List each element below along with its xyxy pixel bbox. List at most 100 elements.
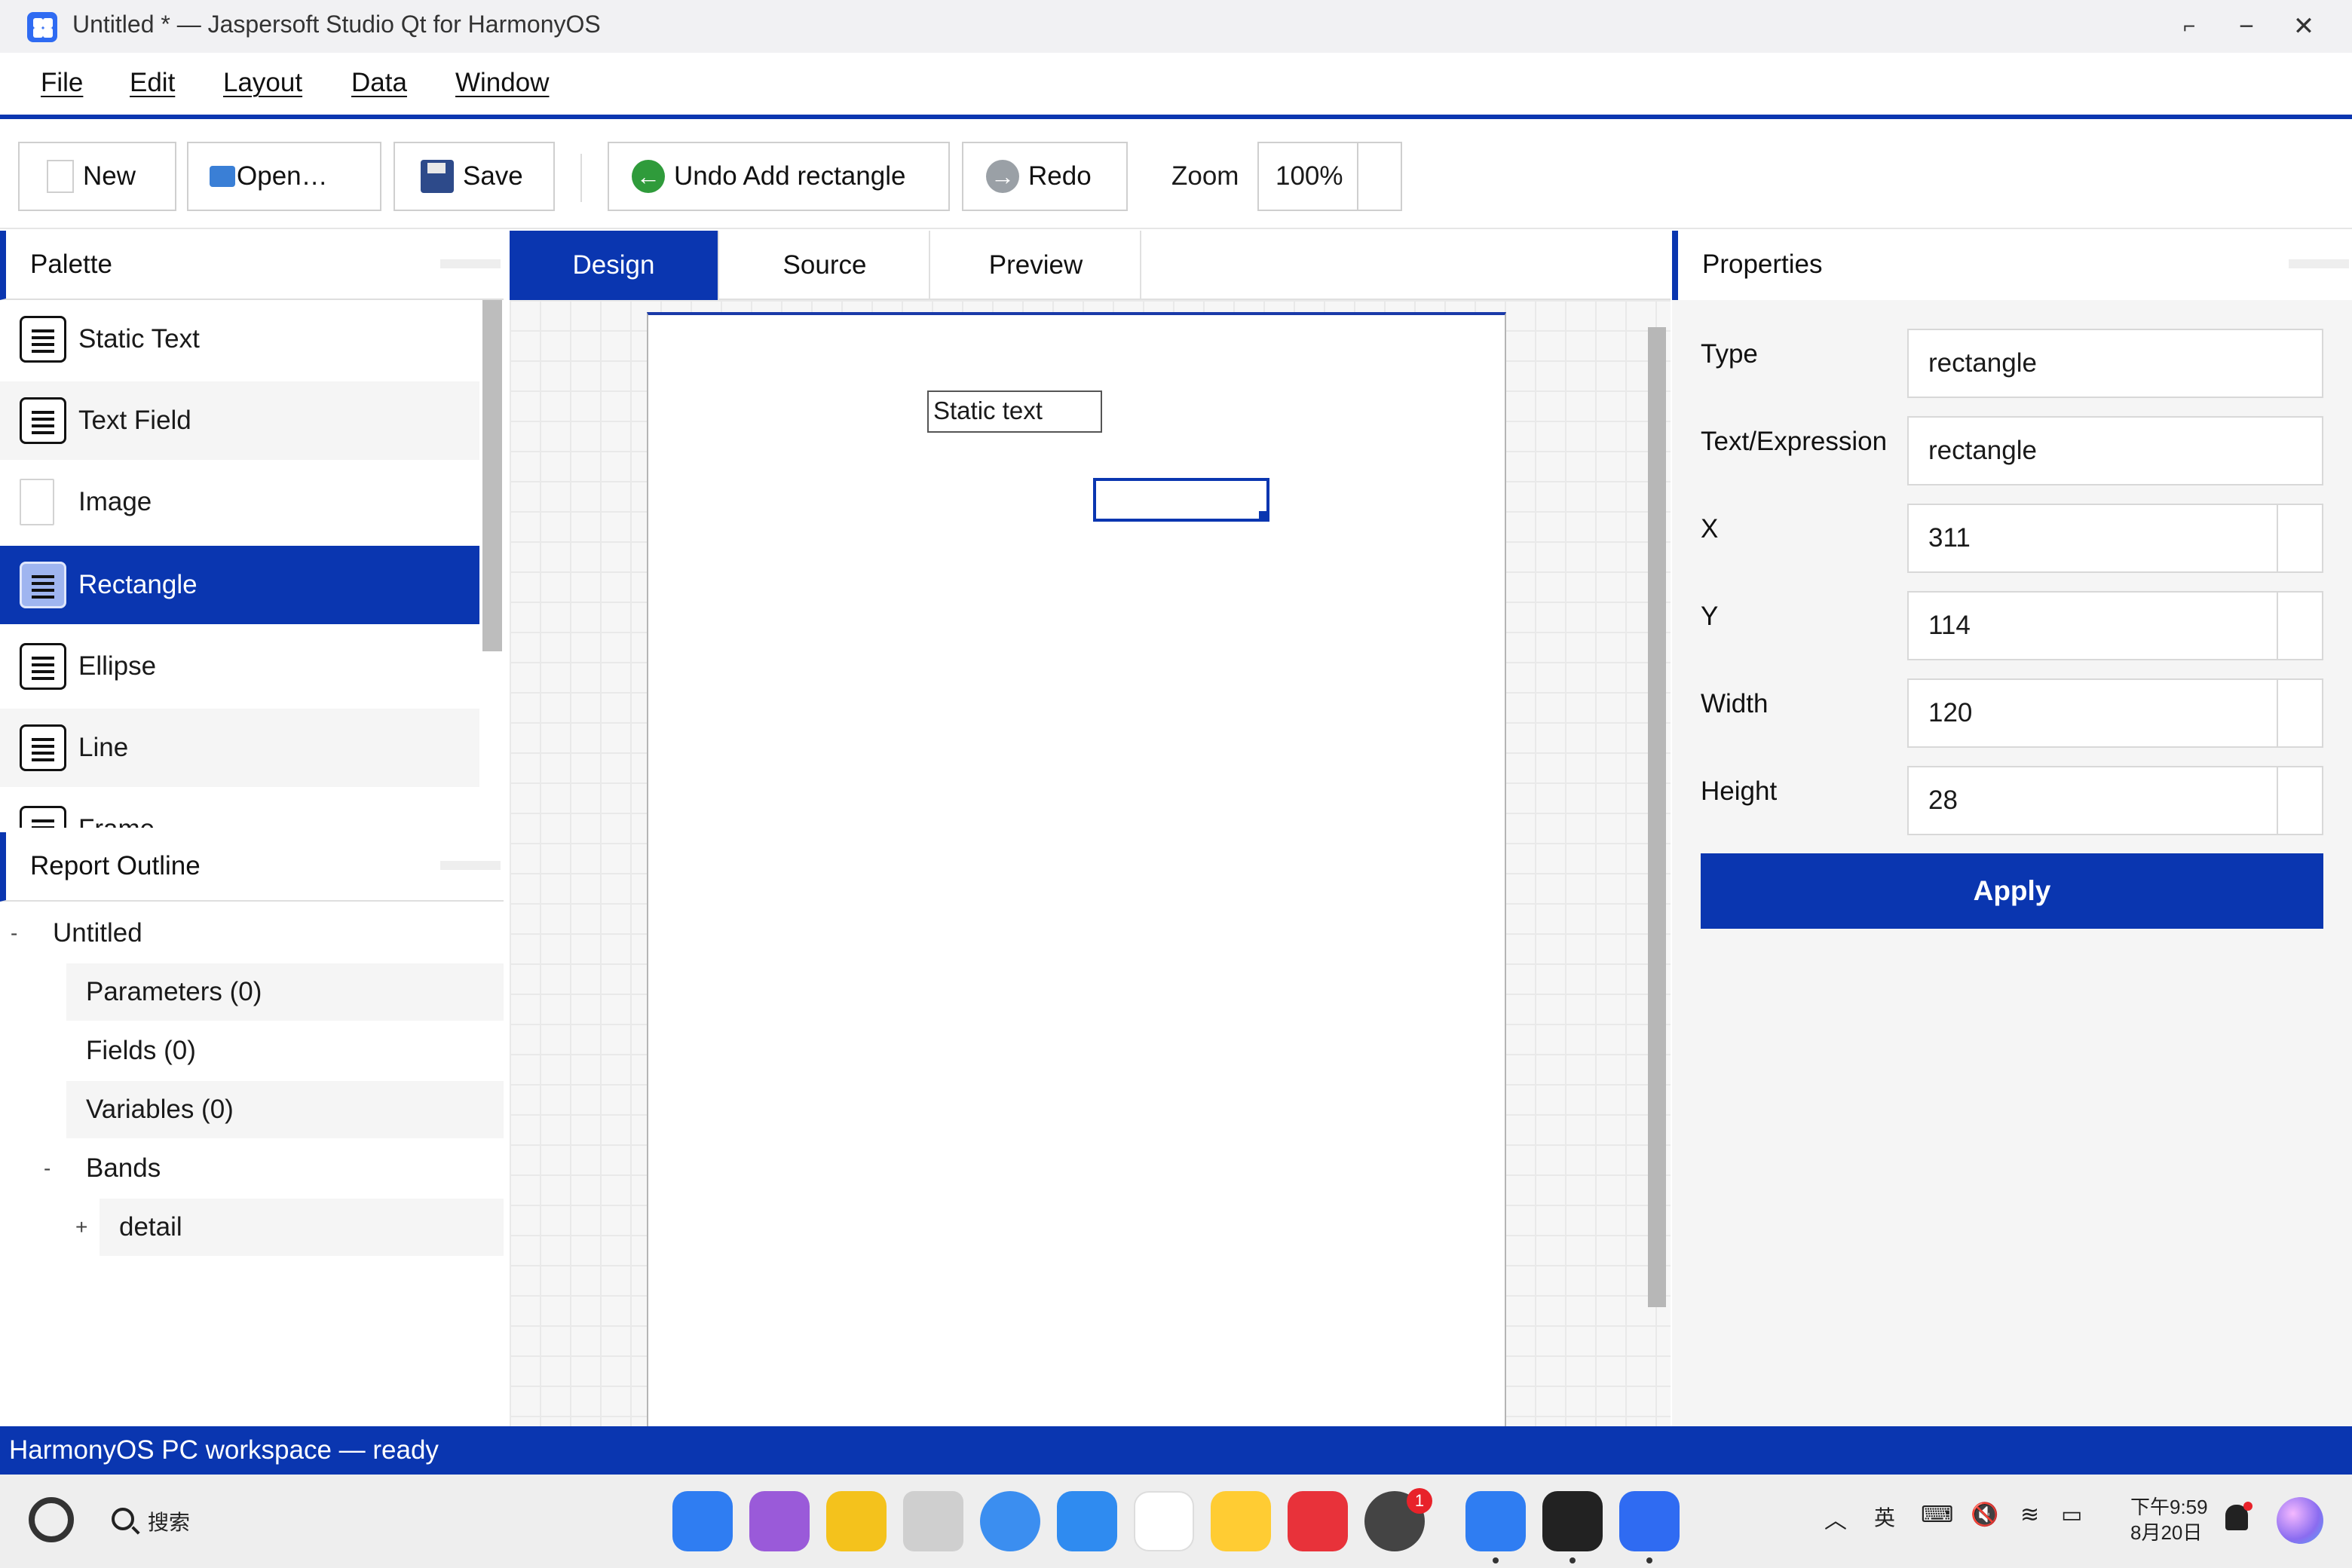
text-icon — [20, 397, 66, 444]
resize-handle[interactable] — [1259, 511, 1269, 522]
minimize-icon[interactable]: − — [2224, 8, 2269, 45]
tree-item-fields[interactable]: Fields (0) — [66, 1022, 504, 1080]
panel-grip[interactable] — [440, 259, 501, 268]
open-button[interactable]: Open… — [187, 142, 381, 211]
palette-scrollbar[interactable] — [482, 300, 502, 651]
y-label: Y — [1701, 602, 1719, 631]
panel-grip[interactable] — [2289, 259, 2349, 268]
y-spinbox[interactable]: 114 — [1907, 591, 2323, 660]
type-field[interactable]: rectangle — [1907, 329, 2323, 398]
height-spinbox[interactable]: 28 — [1907, 766, 2323, 835]
clock-date: 8月20日 — [2130, 1521, 2203, 1544]
menu-layout[interactable]: Layout — [223, 68, 302, 98]
rectangle-element[interactable] — [1093, 478, 1269, 522]
type-value: rectangle — [1928, 348, 2037, 378]
clock[interactable]: 下午9:59 8月20日 — [2130, 1494, 2208, 1545]
jaspersoft-app-icon[interactable] — [1619, 1491, 1680, 1551]
palette-item-ellipse[interactable]: Ellipse — [0, 627, 479, 706]
volume-muted-icon[interactable]: 🔇 — [1971, 1502, 1998, 1528]
tree-item-variables[interactable]: Variables (0) — [66, 1081, 504, 1138]
palette-list: Static Text Text Field Image Rectangle E… — [0, 300, 482, 828]
running-indicator — [1570, 1557, 1576, 1563]
trash-icon[interactable] — [903, 1491, 963, 1551]
app-launcher-icon[interactable] — [672, 1491, 733, 1551]
expand-toggle[interactable]: + — [75, 1199, 87, 1256]
width-spinbox[interactable]: 120 — [1907, 678, 2323, 748]
panel-grip[interactable] — [440, 861, 501, 870]
zoom-spinbox[interactable]: 100% — [1257, 142, 1402, 211]
menu-window[interactable]: Window — [455, 68, 549, 98]
mail-icon[interactable] — [1057, 1491, 1117, 1551]
palette-item-frame[interactable]: Frame — [0, 790, 479, 828]
image-icon — [20, 479, 54, 525]
palette-item-rectangle[interactable]: Rectangle — [0, 546, 479, 624]
chevron-up-icon[interactable]: ︿ — [1824, 1502, 1847, 1535]
browser-icon[interactable] — [980, 1491, 1040, 1551]
tree-item-bands[interactable]: Bands — [66, 1140, 504, 1197]
menu-data[interactable]: Data — [351, 68, 407, 98]
floppy-disk-icon — [421, 160, 454, 193]
new-button[interactable]: New — [18, 142, 176, 211]
tab-design[interactable]: Design — [510, 231, 719, 300]
gallery-icon[interactable] — [1134, 1491, 1194, 1551]
save-button[interactable]: Save — [394, 142, 555, 211]
redo-button[interactable]: → Redo — [962, 142, 1128, 211]
search-icon[interactable] — [112, 1508, 134, 1530]
apply-button[interactable]: Apply — [1701, 853, 2323, 929]
notes-icon[interactable] — [1211, 1491, 1271, 1551]
folder-icon — [210, 166, 235, 187]
restore-icon[interactable]: ⌐ — [2167, 8, 2212, 45]
report-page[interactable]: Static text — [647, 312, 1506, 1426]
toolbar: New Open… Save ← Undo Add rectangle → Re… — [0, 124, 2352, 229]
assistant-orb-icon[interactable] — [2277, 1497, 2323, 1544]
tab-preview[interactable]: Preview — [932, 231, 1141, 300]
tree-item-detail[interactable]: detail — [100, 1199, 504, 1256]
text-expression-value: rectangle — [1928, 436, 2037, 465]
app-gallery-icon[interactable] — [1288, 1491, 1348, 1551]
ime-indicator[interactable]: 英 — [1874, 1502, 1895, 1532]
tree-item-parameters[interactable]: Parameters (0) — [66, 963, 504, 1021]
files-icon[interactable] — [826, 1491, 887, 1551]
y-value: 114 — [1928, 611, 1971, 640]
menu-file[interactable]: File — [41, 68, 83, 98]
editor-tabs: Design Source Preview — [510, 231, 1671, 300]
collapse-toggle[interactable]: - — [44, 1140, 51, 1197]
taskbar-search-label[interactable]: 搜索 — [148, 1506, 190, 1536]
battery-icon[interactable]: ▭ — [2061, 1502, 2082, 1528]
static-text-element[interactable]: Static text — [927, 390, 1102, 433]
palette-item-static-text[interactable]: Static Text — [0, 300, 479, 378]
notification-dot — [2243, 1502, 2252, 1511]
clock-time: 下午9:59 — [2130, 1496, 2208, 1518]
palette-item-label: Frame — [78, 814, 155, 828]
canvas-scrollbar[interactable] — [1648, 327, 1666, 1307]
tab-source[interactable]: Source — [721, 231, 930, 300]
menu-bar: File Edit Layout Data Window — [0, 53, 2352, 119]
multitask-icon[interactable] — [749, 1491, 810, 1551]
type-label: Type — [1701, 339, 1758, 369]
start-icon[interactable] — [29, 1497, 74, 1542]
text-expression-field[interactable]: rectangle — [1907, 416, 2323, 485]
new-button-label: New — [83, 161, 136, 191]
palette-item-label: Text Field — [78, 406, 191, 435]
palette-item-label: Static Text — [78, 324, 200, 354]
terminal-icon[interactable] — [1542, 1491, 1603, 1551]
tree-item-label: detail — [119, 1212, 182, 1242]
palette-item-text-field[interactable]: Text Field — [0, 381, 479, 460]
palette-item-image[interactable]: Image — [0, 463, 479, 541]
puzzle-app-icon[interactable] — [1465, 1491, 1526, 1551]
palette-item-line[interactable]: Line — [0, 709, 479, 787]
undo-button[interactable]: ← Undo Add rectangle — [608, 142, 950, 211]
palette-item-label: Rectangle — [78, 570, 198, 599]
close-icon[interactable]: ✕ — [2281, 8, 2326, 45]
tree-item-untitled[interactable]: Untitled — [0, 905, 504, 962]
menu-edit[interactable]: Edit — [130, 68, 175, 98]
text-icon — [20, 806, 66, 828]
design-canvas[interactable]: Static text — [510, 300, 1671, 1426]
x-spinbox[interactable]: 311 — [1907, 504, 2323, 573]
text-icon — [20, 316, 66, 363]
palette-item-label: Image — [78, 487, 152, 516]
keyboard-icon[interactable]: ⌨ — [1921, 1502, 1953, 1528]
palette-title: Palette — [30, 250, 112, 279]
wifi-icon[interactable]: ≋ — [2020, 1502, 2039, 1528]
properties-header: Properties — [1672, 231, 2352, 300]
